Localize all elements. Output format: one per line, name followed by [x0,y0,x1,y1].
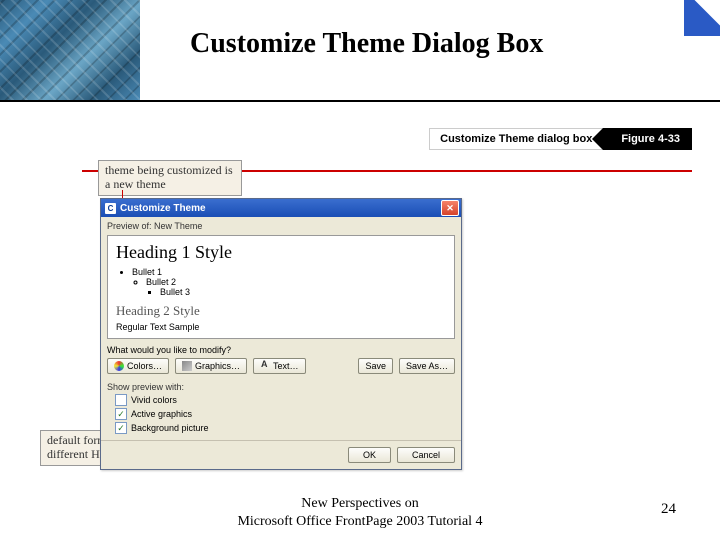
active-graphics-label: Active graphics [131,409,192,419]
theme-preview-pane: Heading 1 Style Bullet 1 Bullet 2 Bullet… [107,235,455,339]
preview-bullet-2: Bullet 2 [146,277,446,287]
preview-heading-1: Heading 1 Style [116,242,446,263]
graphics-button-label: Graphics… [195,361,240,371]
preview-of-label: Preview of: New Theme [101,217,461,235]
vivid-colors-label: Vivid colors [131,395,177,405]
background-picture-label: Background picture [131,423,209,433]
figure-number-tag: Figure 4-33 [603,128,692,150]
decorative-thumbnail [0,0,140,100]
modify-prompt: What would you like to modify? [101,339,461,358]
palette-icon [114,361,124,371]
cancel-button-label: Cancel [412,450,440,460]
preview-bullet-1: Bullet 1 [132,267,446,277]
save-button-label: Save [365,361,386,371]
cancel-button[interactable]: Cancel [397,447,455,463]
ok-button[interactable]: OK [348,447,391,463]
preview-bullet-3: Bullet 3 [160,287,446,297]
graphics-button[interactable]: Graphics… [175,358,247,374]
show-preview-label: Show preview with: [101,380,461,394]
text-button[interactable]: Text… [253,358,306,374]
ok-button-label: OK [363,450,376,460]
xp-corner-badge [684,0,720,36]
page-title: Customize Theme Dialog Box [190,28,543,60]
background-picture-checkbox[interactable]: ✓ [115,422,127,434]
app-icon: C [105,203,116,214]
page-number: 24 [661,501,676,518]
dialog-titlebar: C Customize Theme ✕ [101,199,461,217]
save-as-button-label: Save As… [406,361,448,371]
slide-footer: New Perspectives on Microsoft Office Fro… [0,495,720,530]
customize-theme-dialog: C Customize Theme ✕ Preview of: New Them… [100,198,462,470]
preview-regular-text: Regular Text Sample [116,322,446,332]
save-button[interactable]: Save [358,358,393,374]
text-button-label: Text… [273,361,299,371]
colors-button[interactable]: Colors… [107,358,169,374]
preview-heading-2: Heading 2 Style [116,303,446,319]
header: Customize Theme Dialog Box [0,0,720,102]
modify-button-row: Colors… Graphics… Text… Save Save As… [101,358,461,380]
save-as-button[interactable]: Save As… [399,358,455,374]
close-icon[interactable]: ✕ [441,200,459,216]
text-icon [260,361,270,371]
vivid-colors-checkbox[interactable]: ✓ [115,394,127,406]
footer-line-1: New Perspectives on [0,495,720,513]
figure-caption: Customize Theme dialog box [429,128,603,150]
preview-options: ✓ Vivid colors ✓ Active graphics ✓ Backg… [101,394,461,440]
colors-button-label: Colors… [127,361,162,371]
active-graphics-checkbox[interactable]: ✓ [115,408,127,420]
graphics-icon [182,361,192,371]
dialog-title: Customize Theme [120,203,206,214]
figure-label-bar: Customize Theme dialog box Figure 4-33 [429,128,692,150]
footer-line-2: Microsoft Office FrontPage 2003 Tutorial… [0,513,720,531]
callout-theme-new: theme being customized is a new theme [98,160,242,196]
dialog-footer: OK Cancel [101,440,461,469]
